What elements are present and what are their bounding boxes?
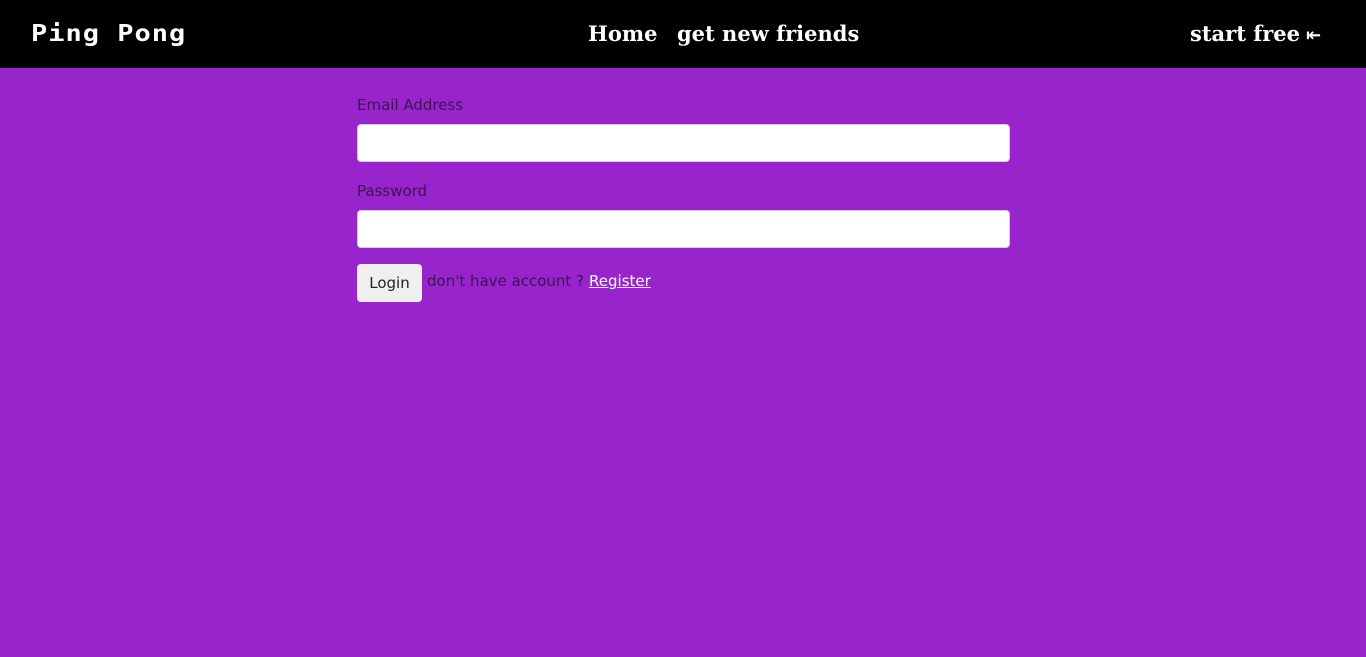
nav-link-get-new-friends[interactable]: get new friends <box>677 20 859 48</box>
login-button[interactable]: Login <box>357 264 422 302</box>
nav-link-start-free[interactable]: start free ⇤ <box>1190 20 1321 50</box>
navbar: Ping Pong Home get new friends start fre… <box>0 0 1366 68</box>
arrow-to-left-icon: ⇤ <box>1306 25 1322 46</box>
form-actions: Login don't have account ? Register <box>357 264 1010 302</box>
register-link[interactable]: Register <box>589 272 651 290</box>
register-prompt: don't have account ? <box>427 272 585 290</box>
email-label: Email Address <box>357 96 464 114</box>
nav-link-home[interactable]: Home <box>588 20 657 48</box>
brand-logo[interactable]: Ping Pong <box>31 20 186 49</box>
password-input[interactable] <box>357 210 1010 248</box>
login-form: Email Address Password Login don't have … <box>357 95 1010 302</box>
nav-link-start-free-label: start free <box>1190 21 1301 46</box>
email-input[interactable] <box>357 124 1010 162</box>
password-label: Password <box>357 182 428 200</box>
